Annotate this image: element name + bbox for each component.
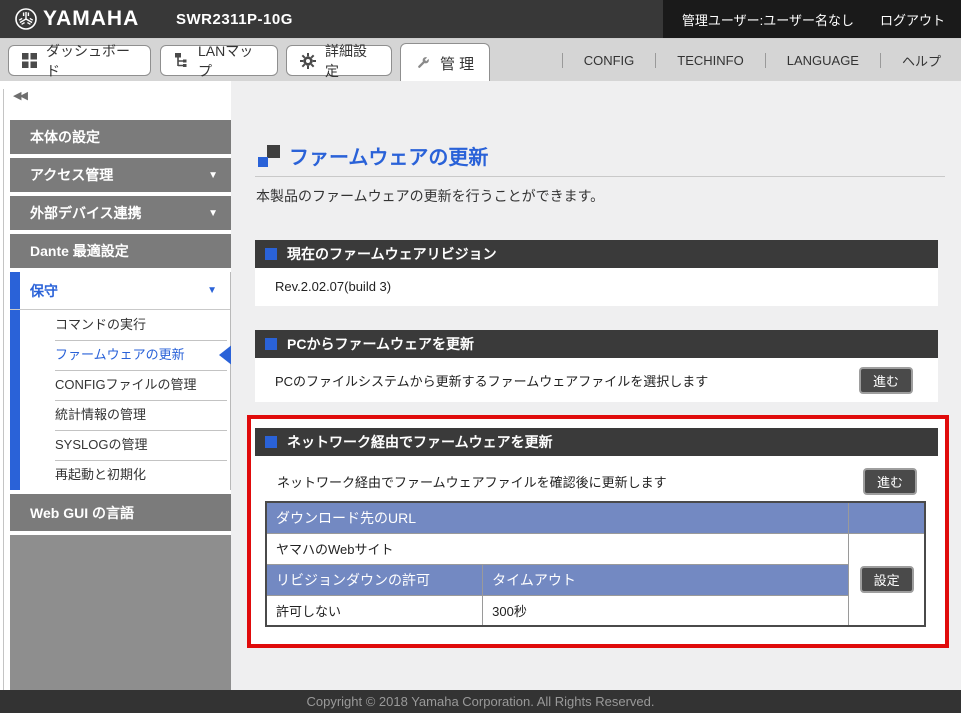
link-separator [562,53,563,68]
top-bar: YAMAHA SWR2311P-10G 管理ユーザー:ユーザー名なし ログアウト [0,0,961,38]
revision-down-value: 許可しない [266,595,483,626]
sidebar-item-webgui-language[interactable]: Web GUI の言語 [10,494,231,531]
section-update-from-pc: PCからファームウェアを更新 PCのファイルシステムから更新するファームウェアフ… [255,330,938,402]
download-url-value: ヤマハのWebサイト [266,533,849,564]
timeout-header: タイムアウト [483,564,849,595]
admin-user-label: 管理ユーザー:ユーザー名なし [682,10,854,29]
revision-down-header: リビジョンダウンの許可 [266,564,483,595]
section-title: ネットワーク経由でファームウェアを更新 [287,432,553,452]
section-bullet-icon [265,436,277,448]
tab-lan-map-label: LANマップ [198,41,264,81]
tab-management[interactable]: 管 理 [400,43,490,82]
sidebar-filler [10,535,231,691]
chevron-down-icon: ▼ [208,170,218,181]
sidebar-item-label: 外部デバイス連携 [30,203,142,223]
page-title-squares-icon [258,145,280,167]
submenu-item-statistics[interactable]: 統計情報の管理 [10,400,230,430]
set-button[interactable]: 設定 [860,566,914,593]
tab-dashboard[interactable]: ダッシュボード [8,45,151,76]
sidebar-item-system-settings[interactable]: 本体の設定 [10,120,231,154]
sidebar-item-label: 保守 [30,281,58,301]
tab-advanced-settings[interactable]: 詳細設定 [286,45,392,76]
sidebar: ◀◀ 本体の設定 アクセス管理 ▼ 外部デバイス連携 ▼ Dante 最適設定 … [0,81,231,690]
firmware-revision-value: Rev.2.02.07(build 3) [255,268,938,306]
section-update-via-network-highlighted: ネットワーク経由でファームウェアを更新 ネットワーク経由でファームウェアファイル… [247,415,949,648]
network-update-description: ネットワーク経由でファームウェアファイルを確認後に更新します [277,472,667,491]
sidebar-item-maintenance[interactable]: 保守 ▼ [10,272,230,310]
link-separator [880,53,881,68]
chevron-down-icon: ▼ [207,285,217,296]
sidebar-maintenance-group: 保守 ▼ コマンドの実行 ファームウェアの更新 CONFIGファイルの管理 統計… [10,272,231,490]
tab-dashboard-label: ダッシュボード [46,41,137,81]
tab-lan-map[interactable]: LANマップ [160,45,278,76]
tab-advanced-settings-label: 詳細設定 [325,41,378,81]
sidebar-item-label: Web GUI の言語 [30,503,134,523]
section-bullet-icon [265,338,277,350]
section-title: PCからファームウェアを更新 [287,334,474,354]
sidebar-item-label: Dante 最適設定 [30,241,129,261]
network-update-proceed-button[interactable]: 進む [863,468,917,495]
language-link[interactable]: LANGUAGE [781,53,865,68]
section-current-firmware-revision: 現在のファームウェアリビジョン Rev.2.02.07(build 3) [255,240,938,306]
yamaha-tuning-fork-icon [14,7,38,31]
tab-bar: ダッシュボード LANマップ [0,38,961,81]
techinfo-link[interactable]: TECHINFO [671,53,749,68]
config-link[interactable]: CONFIG [578,53,641,68]
dashboard-icon [22,53,37,68]
brand-name: YAMAHA [43,7,139,31]
set-button-cell: 設定 [849,533,925,626]
section-title: 現在のファームウェアリビジョン [287,244,497,264]
copyright-text: Copyright © 2018 Yamaha Corporation. All… [306,694,654,709]
device-model-name: SWR2311P-10G [176,0,293,38]
gear-icon [300,53,316,69]
sidebar-item-access-management[interactable]: アクセス管理 ▼ [10,158,231,192]
sidebar-item-label: アクセス管理 [30,165,113,185]
submenu-item-command-execution[interactable]: コマンドの実行 [10,310,230,340]
sidebar-item-label: 本体の設定 [30,127,100,147]
pc-update-description: PCのファイルシステムから更新するファームウェアファイルを選択します [275,371,708,390]
sidebar-item-external-device[interactable]: 外部デバイス連携 ▼ [10,196,231,230]
page-title: ファームウェアの更新 [289,141,488,170]
title-divider [255,176,945,177]
tab-management-label: 管 理 [440,53,474,74]
logout-link[interactable]: ログアウト [880,10,945,29]
wrench-icon [414,55,431,72]
timeout-value: 300秒 [483,595,849,626]
submenu-item-restart-initialize[interactable]: 再起動と初期化 [10,460,230,490]
link-separator [655,53,656,68]
help-link[interactable]: ヘルプ [896,51,947,70]
section-bullet-icon [265,248,277,260]
yamaha-logo: YAMAHA [14,0,139,38]
table-header-spacer [849,502,925,533]
sidebar-item-dante[interactable]: Dante 最適設定 [10,234,231,268]
submenu-item-syslog[interactable]: SYSLOGの管理 [10,430,230,460]
network-update-settings-table: ダウンロード先のURL ヤマハのWebサイト 設定 リビジョンダウンの許可 タイ… [265,501,926,627]
page-description: 本製品のファームウェアの更新を行うことができます。 [256,186,604,206]
sidebar-collapse-icon[interactable]: ◀◀ [13,89,26,102]
submenu-item-firmware-update[interactable]: ファームウェアの更新 [10,340,230,370]
lan-map-tree-icon [174,53,189,68]
chevron-down-icon: ▼ [208,208,218,219]
pc-update-proceed-button[interactable]: 進む [859,367,913,394]
main-content: ファームウェアの更新 本製品のファームウェアの更新を行うことができます。 現在の… [231,81,961,690]
link-separator [765,53,766,68]
footer: Copyright © 2018 Yamaha Corporation. All… [0,690,961,713]
submenu-item-config-file[interactable]: CONFIGファイルの管理 [10,370,230,400]
download-url-header: ダウンロード先のURL [266,502,849,533]
